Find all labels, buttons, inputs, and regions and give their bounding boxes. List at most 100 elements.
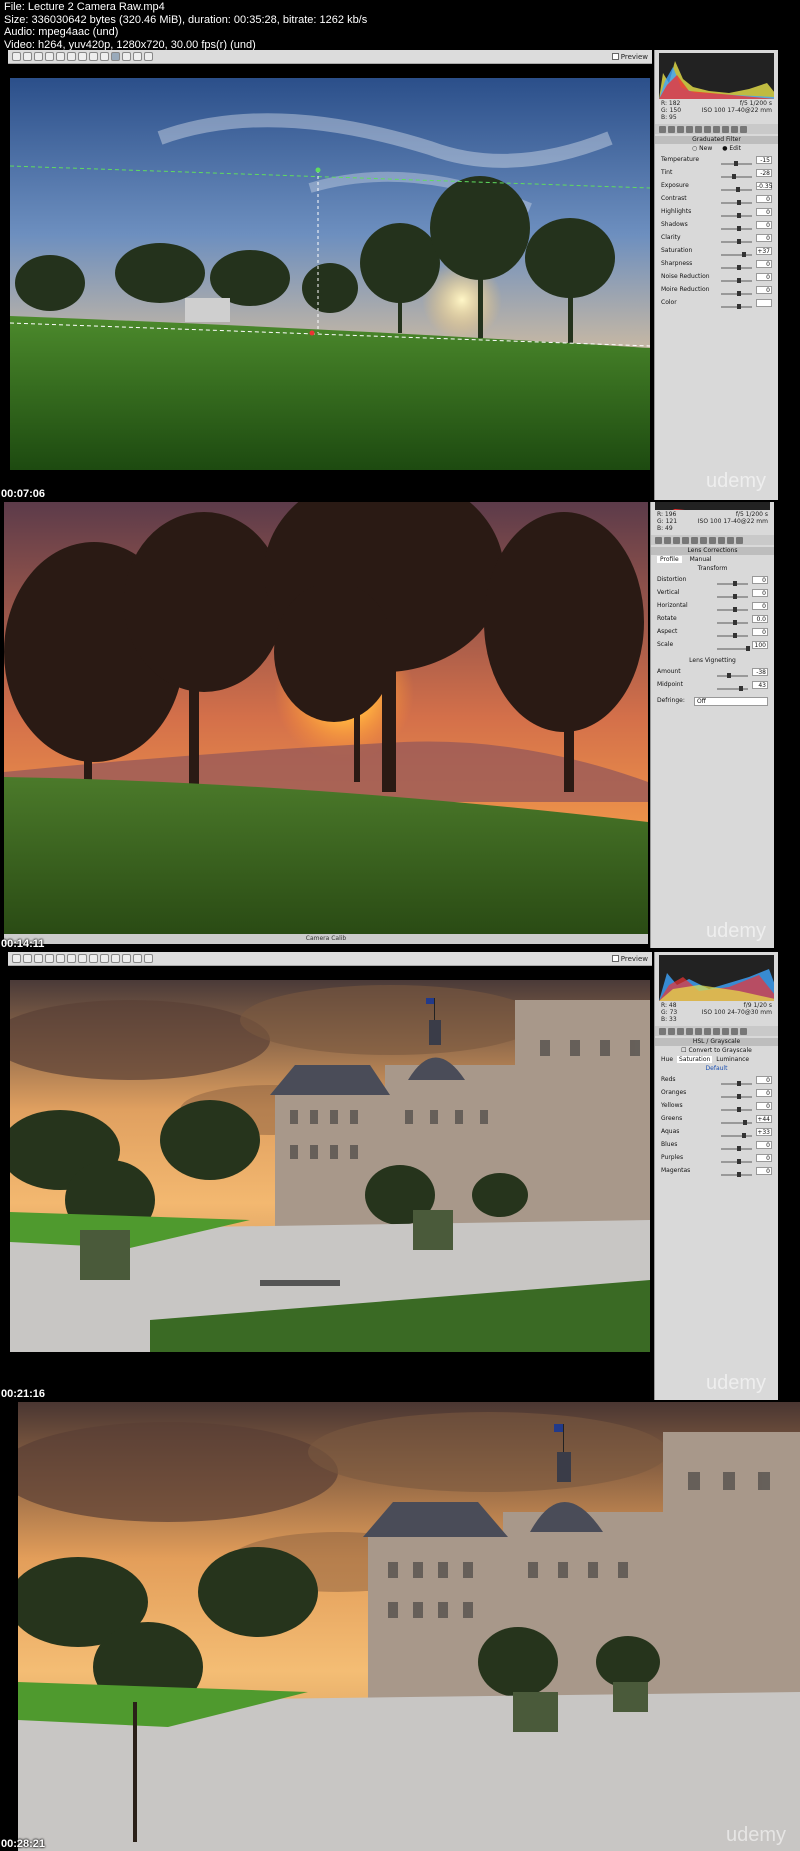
slider-handle[interactable] xyxy=(743,1119,748,1125)
slider-handle[interactable] xyxy=(726,672,731,678)
slider-track[interactable] xyxy=(721,290,752,296)
slider-value[interactable]: 100 xyxy=(752,640,768,649)
slider-value[interactable]: 0 xyxy=(756,1088,772,1097)
tab-profile[interactable]: Profile xyxy=(657,556,682,563)
preview-toggle[interactable]: Preview xyxy=(611,955,648,963)
slider-value[interactable]: 0.0 xyxy=(752,614,768,623)
slider-handle[interactable] xyxy=(732,606,737,612)
photo-sunset-trees[interactable] xyxy=(4,502,648,934)
slider-handle[interactable] xyxy=(746,645,751,651)
slider-exposure[interactable]: Exposure -0.35 xyxy=(655,179,778,192)
convert-grayscale[interactable]: ☐ Convert to Grayscale xyxy=(655,1046,778,1055)
slider-value[interactable]: 0 xyxy=(756,1140,772,1149)
spot-removal-icon[interactable] xyxy=(78,52,87,61)
adjustment-brush-icon[interactable] xyxy=(100,52,109,61)
slider-track[interactable] xyxy=(721,1093,752,1099)
slider-reds[interactable]: Reds 0 xyxy=(655,1073,778,1086)
slider-track[interactable] xyxy=(721,303,752,309)
rotate-left-icon[interactable] xyxy=(133,52,142,61)
slider-magentas[interactable]: Magentas 0 xyxy=(655,1164,778,1177)
rotate-left-icon[interactable] xyxy=(133,954,142,963)
slider-saturation[interactable]: Saturation +37 xyxy=(655,244,778,257)
photo-palace-fullscreen[interactable] xyxy=(18,1402,800,1851)
slider-track[interactable] xyxy=(721,160,752,166)
slider-track[interactable] xyxy=(721,277,752,283)
slider-value[interactable]: -0.35 xyxy=(756,181,773,190)
slider-handle[interactable] xyxy=(732,632,737,638)
red-eye-icon[interactable] xyxy=(89,954,98,963)
slider-handle[interactable] xyxy=(732,173,737,179)
hand-tool-icon[interactable] xyxy=(23,52,32,61)
slider-value[interactable]: 0 xyxy=(756,1153,772,1162)
slider-handle[interactable] xyxy=(736,1171,741,1177)
slider-tint[interactable]: Tint -28 xyxy=(655,166,778,179)
slider-horizontal[interactable]: Horizontal 0 xyxy=(651,599,774,612)
slider-track[interactable] xyxy=(717,619,748,625)
adjustment-brush-icon[interactable] xyxy=(100,954,109,963)
slider-distortion[interactable]: Distortion 0 xyxy=(651,573,774,586)
slider-moire-reduction[interactable]: Moire Reduction 0 xyxy=(655,283,778,296)
slider-track[interactable] xyxy=(721,173,752,179)
slider-handle[interactable] xyxy=(736,1080,741,1086)
slider-value[interactable]: 0 xyxy=(752,601,768,610)
slider-value[interactable]: 0 xyxy=(756,1166,772,1175)
preview-toggle[interactable]: Preview xyxy=(611,53,648,61)
slider-purples[interactable]: Purples 0 xyxy=(655,1151,778,1164)
slider-handle[interactable] xyxy=(742,251,747,257)
graduated-filter-icon[interactable] xyxy=(111,954,120,963)
spot-removal-icon[interactable] xyxy=(78,954,87,963)
slider-aquas[interactable]: Aquas +33 xyxy=(655,1125,778,1138)
slider-track[interactable] xyxy=(721,1080,752,1086)
slider-value[interactable]: 0 xyxy=(756,207,772,216)
crop-tool-icon[interactable] xyxy=(56,52,65,61)
slider-track[interactable] xyxy=(721,1106,752,1112)
rotate-right-icon[interactable] xyxy=(144,52,153,61)
eyedropper-icon[interactable] xyxy=(34,954,43,963)
slider-value[interactable]: 0 xyxy=(752,627,768,636)
tab-luminance[interactable]: Luminance xyxy=(716,1056,749,1063)
slider-handle[interactable] xyxy=(736,277,741,283)
slider-track[interactable] xyxy=(721,238,752,244)
slider-rotate[interactable]: Rotate 0.0 xyxy=(651,612,774,625)
slider-track[interactable] xyxy=(717,685,748,691)
slider-handle[interactable] xyxy=(736,1145,741,1151)
slider-blues[interactable]: Blues 0 xyxy=(655,1138,778,1151)
slider-value[interactable]: 0 xyxy=(752,575,768,584)
slider-highlights[interactable]: Highlights 0 xyxy=(655,205,778,218)
slider-handle[interactable] xyxy=(736,199,741,205)
slider-handle[interactable] xyxy=(732,580,737,586)
mode-edit[interactable]: ● Edit xyxy=(722,145,741,152)
slider-value[interactable]: +44 xyxy=(756,1114,772,1123)
mode-new[interactable]: ○ New xyxy=(692,145,712,152)
slider-track[interactable] xyxy=(717,593,748,599)
slider-value[interactable]: 0 xyxy=(756,285,772,294)
slider-handle[interactable] xyxy=(736,1093,741,1099)
slider-handle[interactable] xyxy=(732,619,737,625)
slider-handle[interactable] xyxy=(736,212,741,218)
slider-track[interactable] xyxy=(717,632,748,638)
slider-handle[interactable] xyxy=(736,225,741,231)
red-eye-icon[interactable] xyxy=(89,52,98,61)
slider-value[interactable]: -15 xyxy=(756,155,772,164)
slider-handle[interactable] xyxy=(736,238,741,244)
slider-handle[interactable] xyxy=(736,290,741,296)
default-link[interactable]: Default xyxy=(655,1064,778,1073)
slider-handle[interactable] xyxy=(736,264,741,270)
slider-value[interactable] xyxy=(756,298,772,307)
slider-track[interactable] xyxy=(721,1119,752,1125)
slider-handle[interactable] xyxy=(736,1106,741,1112)
crop-tool-icon[interactable] xyxy=(56,954,65,963)
slider-value[interactable]: 0 xyxy=(756,194,772,203)
slider-shadows[interactable]: Shadows 0 xyxy=(655,218,778,231)
slider-track[interactable] xyxy=(721,1171,752,1177)
slider-track[interactable] xyxy=(717,606,748,612)
straighten-icon[interactable] xyxy=(67,52,76,61)
slider-amount[interactable]: Amount -38 xyxy=(651,665,774,678)
slider-value[interactable]: 43 xyxy=(752,680,768,689)
slider-scale[interactable]: Scale 100 xyxy=(651,638,774,651)
tab-hue[interactable]: Hue xyxy=(661,1056,673,1063)
slider-track[interactable] xyxy=(717,580,748,586)
slider-value[interactable]: +33 xyxy=(756,1127,772,1136)
slider-handle[interactable] xyxy=(736,186,741,192)
slider-track[interactable] xyxy=(721,186,752,192)
